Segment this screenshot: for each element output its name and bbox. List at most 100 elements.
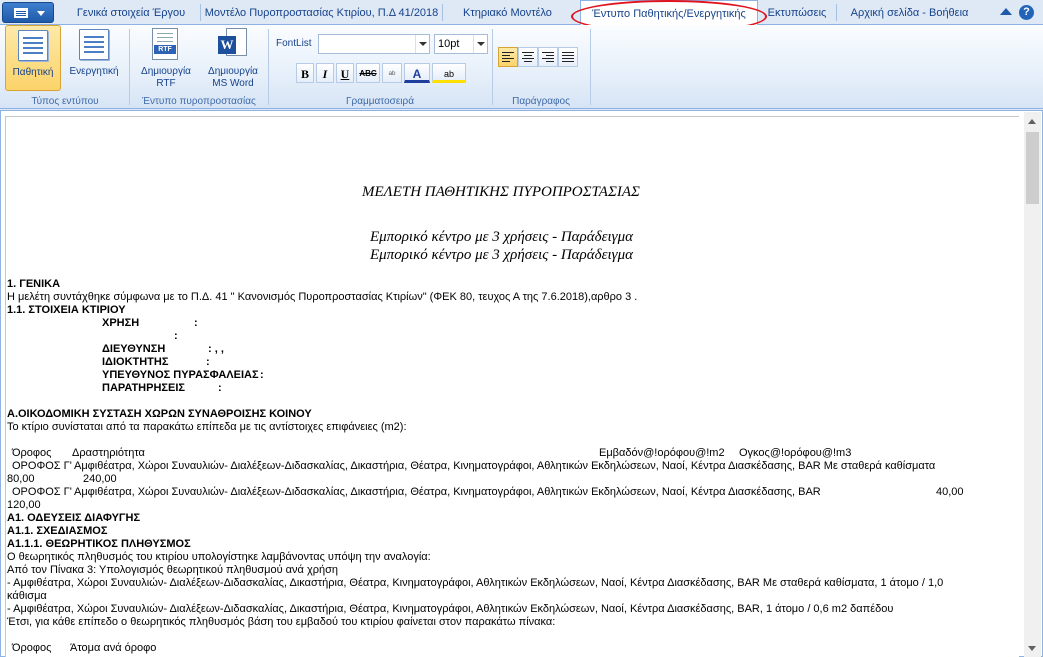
table-cell-floor: ΟΡΟΦΟΣ Γ' bbox=[12, 460, 72, 472]
heading-section-a: Α.ΟΙΚΟΔΟΜΙΚΗ ΣΥΣΤΑΣΗ ΧΩΡΩΝ ΣΥΝΑΘΡΟΙΣΗΣ Κ… bbox=[7, 408, 312, 420]
field-label: ΧΡΗΣΗ bbox=[102, 317, 140, 329]
document-page[interactable]: ΜΕΛΕΤΗ ΠΑΘΗΤΙΚΗΣ ΠΥΡΟΠΡΟΣΤΑΣΙΑΣ Εμπορικό… bbox=[5, 116, 1019, 657]
table-cell-activity: Αμφιθέατρα, Χώροι Συναυλιών- Διαλέξεων-Δ… bbox=[74, 460, 936, 472]
italic-button[interactable]: I bbox=[316, 63, 334, 83]
field-label: ΠΑΡΑΤΗΡΗΣΕΙΣ bbox=[102, 382, 185, 394]
group-separator bbox=[129, 29, 130, 105]
paragraph-text: - Αμφιθέατρα, Χώροι Συναυλιών- Διαλέξεων… bbox=[7, 577, 944, 589]
table-header-floor: Όροφος bbox=[12, 447, 52, 459]
passive-label: Παθητική bbox=[12, 67, 54, 78]
table-cell-volume: 120,00 bbox=[7, 499, 41, 511]
font-family-select[interactable] bbox=[318, 34, 430, 54]
field-value: : bbox=[194, 317, 198, 329]
tab-building-model[interactable]: Κτηριακό Μοντέλο bbox=[443, 0, 572, 25]
scrollbar-thumb[interactable] bbox=[1026, 132, 1039, 204]
field-label: ΔΙΕΥΘΥΝΣΗ bbox=[102, 343, 166, 355]
spellcheck-icon[interactable]: ᵃᵇ bbox=[382, 63, 402, 83]
create-rtf-button[interactable]: RTF Δημιουργία RTF bbox=[133, 25, 199, 91]
table-header-area: Εμβαδόν@!ορόφου@!m2 bbox=[599, 447, 725, 459]
document-editor[interactable]: ΜΕΛΕΤΗ ΠΑΘΗΤΙΚΗΣ ΠΥΡΟΠΡΟΣΤΑΣΙΑΣ Εμπορικό… bbox=[0, 110, 1043, 657]
application-window: Γενικά στοιχεία Έργου Μοντέλο Πυροπροστα… bbox=[0, 0, 1043, 657]
strikethrough-button[interactable]: ABC bbox=[356, 63, 380, 83]
paragraph-text: Από τον Πίνακα 3: Υπολογισμός θεωρητικού… bbox=[7, 564, 339, 576]
document-title: ΜΕΛΕΤΗ ΠΑΘΗΤΙΚΗΣ ΠΥΡΟΠΡΟΣΤΑΣΙΑΣ bbox=[362, 184, 640, 200]
heading-building-data: 1.1. ΣΤΟΙΧΕΙΑ ΚΤΙΡΙΟΥ bbox=[7, 304, 126, 316]
group-label-form-type: Τύπος εντύπου bbox=[31, 96, 99, 107]
minimize-ribbon-icon[interactable] bbox=[1000, 8, 1012, 15]
table-cell-floor: ΟΡΟΦΟΣ Γ' bbox=[12, 486, 72, 498]
fontlist-label: FontList bbox=[276, 38, 312, 49]
field-value: : bbox=[206, 356, 210, 368]
table-header-volume: Ογκος@!ορόφου@!m3 bbox=[739, 447, 852, 459]
document-subtitle: Εμπορικό κέντρο με 3 χρήσεις - Παράδειγμ… bbox=[370, 229, 633, 245]
field-value: : bbox=[218, 382, 222, 394]
heading-a1: Α1. ΟΔΕΥΣΕΙΣ ΔΙΑΦΥΓΗΣ bbox=[7, 512, 141, 524]
underline-button[interactable]: U bbox=[336, 63, 354, 83]
tab-home-help[interactable]: Αρχική σελίδα - Βοήθεια bbox=[837, 0, 982, 25]
field-label: ΥΠΕΥΘΥΝΟΣ ΠΥΡΑΣΦΑΛΕΙΑΣ bbox=[102, 369, 259, 381]
table-header-floor: Όροφος bbox=[12, 642, 52, 654]
ribbon-tab-bar: Γενικά στοιχεία Έργου Μοντέλο Πυροπροστα… bbox=[0, 0, 1043, 33]
font-color-button[interactable]: A bbox=[404, 63, 430, 83]
scroll-up-icon[interactable] bbox=[1028, 119, 1036, 124]
paragraph-text: κάθισμα bbox=[7, 590, 47, 602]
align-left-button[interactable] bbox=[498, 47, 518, 67]
ribbon-panel: Παθητική Ενεργητική Τύπος εντύπου RTF Δη… bbox=[0, 25, 1043, 109]
heading-a11: Α1.1. ΣΧΕΔΙΑΣΜΟΣ bbox=[7, 525, 108, 537]
chevron-down-icon bbox=[37, 11, 45, 16]
heading-a111: Α1.1.1. ΘΕΩΡΗΤΙΚΟΣ ΠΛΗΘΥΣΜΟΣ bbox=[7, 538, 191, 550]
passive-button[interactable]: Παθητική bbox=[5, 25, 61, 91]
align-justify-button[interactable] bbox=[558, 47, 578, 67]
bold-button[interactable]: B bbox=[296, 63, 314, 83]
table-header-persons: Άτομα ανά όροφο bbox=[70, 642, 157, 654]
create-word-button[interactable]: W Δημιουργία MS Word bbox=[199, 25, 267, 91]
group-separator bbox=[590, 29, 591, 105]
paragraph-text: - Αμφιθέατρα, Χώροι Συναυλιών- Διαλέξεων… bbox=[7, 603, 894, 615]
group-separator bbox=[492, 29, 493, 105]
align-right-button[interactable] bbox=[538, 47, 558, 67]
active-label: Ενεργητική bbox=[69, 66, 119, 77]
highlight-color-button[interactable]: ab bbox=[432, 63, 466, 83]
help-icon[interactable]: ? bbox=[1019, 5, 1034, 20]
field-label: ΙΔΙΟΚΤΗΤΗΣ bbox=[102, 356, 169, 368]
table-cell-area: 40,00 bbox=[936, 486, 964, 498]
chevron-down-icon bbox=[415, 35, 429, 53]
create-rtf-label: Δημιουργία RTF bbox=[141, 66, 191, 89]
rtf-file-icon: RTF bbox=[152, 28, 178, 60]
field-value: : bbox=[260, 369, 264, 381]
font-size-select[interactable]: 10pt bbox=[434, 34, 488, 54]
heading-general: 1. ΓΕΝΙΚΑ bbox=[7, 278, 61, 290]
group-label-font: Γραμματοσειρά bbox=[346, 96, 414, 107]
group-paragraph: Παράγραφος bbox=[494, 25, 588, 109]
create-word-label: Δημιουργία MS Word bbox=[208, 66, 258, 89]
paragraph-text: Ο θεωρητικός πληθυσμός του κτιρίου υπολο… bbox=[7, 551, 431, 563]
tab-fire-model[interactable]: Μοντέλο Πυροπροστασίας Κτιρίου, Π.Δ 41/2… bbox=[201, 0, 442, 25]
group-form-type: Παθητική Ενεργητική Τύπος εντύπου bbox=[2, 25, 128, 109]
group-separator bbox=[268, 29, 269, 105]
ms-word-icon: W bbox=[218, 28, 248, 60]
table-cell-area: 80,00 bbox=[7, 473, 35, 485]
document-icon bbox=[18, 30, 48, 61]
tab-project-general[interactable]: Γενικά στοιχεία Έργου bbox=[62, 0, 200, 25]
paragraph-text: Η μελέτη συντάχθηκε σύμφωνα με το Π.Δ. 4… bbox=[7, 291, 638, 303]
menu-icon bbox=[14, 8, 28, 18]
group-label-fire-form: Έντυπο πυροπροστασίας bbox=[142, 96, 256, 107]
field-value: : bbox=[174, 330, 178, 342]
table-cell-volume: 240,00 bbox=[83, 473, 117, 485]
paragraph-text: Το κτίριο συνίσταται από τα παρακάτω επί… bbox=[7, 421, 407, 433]
group-label-paragraph: Παράγραφος bbox=[512, 96, 570, 107]
active-button[interactable]: Ενεργητική bbox=[64, 25, 124, 91]
document-icon bbox=[79, 29, 109, 60]
tab-passive-active-form[interactable]: Έντυπο Παθητικής/Ενεργητικής bbox=[580, 0, 758, 26]
scroll-down-icon[interactable] bbox=[1028, 646, 1036, 651]
group-font: FontList 10pt B I U ABC ᵃᵇ A ab Γραμματο… bbox=[270, 25, 490, 109]
align-center-button[interactable] bbox=[518, 47, 538, 67]
field-value: : , , bbox=[208, 343, 224, 355]
tab-prints[interactable]: Εκτυπώσεις bbox=[758, 0, 836, 25]
document-subtitle: Εμπορικό κέντρο με 3 χρήσεις - Παράδειγμ… bbox=[370, 247, 633, 263]
table-cell-activity: Αμφιθέατρα, Χώροι Συναυλιών- Διαλέξεων-Δ… bbox=[74, 486, 821, 498]
chevron-down-icon bbox=[473, 35, 487, 53]
paragraph-text: Έτσι, για κάθε επίπεδο ο θεωρητικός πληθ… bbox=[7, 616, 556, 628]
vertical-scrollbar[interactable] bbox=[1024, 112, 1041, 657]
application-menu-button[interactable] bbox=[2, 2, 54, 23]
